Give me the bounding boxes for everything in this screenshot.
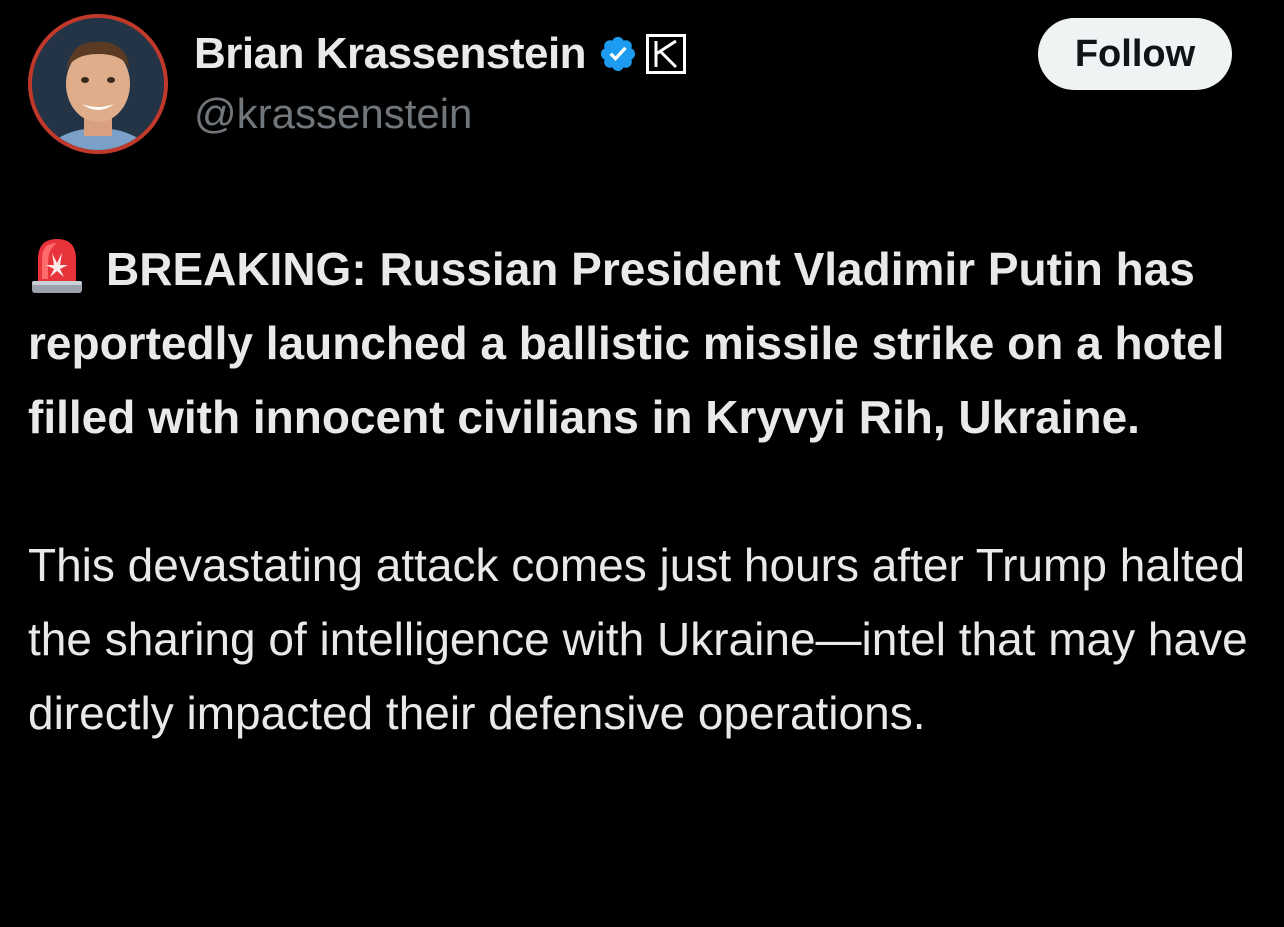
post-body-paragraph: This devastating attack comes just hours… xyxy=(28,539,1248,739)
post-headline-text: BREAKING: Russian President Vladimir Put… xyxy=(28,243,1225,443)
author-display-name[interactable]: Brian Krassenstein xyxy=(194,29,587,79)
avatar-photo xyxy=(32,18,164,150)
author-handle[interactable]: @krassenstein xyxy=(194,90,472,138)
post-text: BREAKING: Russian President Vladimir Put… xyxy=(28,232,1256,750)
siren-emoji-icon xyxy=(28,235,86,295)
follow-button[interactable]: Follow xyxy=(1038,18,1232,90)
k-affiliate-badge-icon[interactable] xyxy=(644,32,688,76)
post-headline-paragraph: BREAKING: Russian President Vladimir Put… xyxy=(28,232,1256,454)
author-name-row: Brian Krassenstein xyxy=(194,24,688,84)
verified-badge-icon xyxy=(598,34,638,74)
avatar[interactable] xyxy=(28,14,168,154)
